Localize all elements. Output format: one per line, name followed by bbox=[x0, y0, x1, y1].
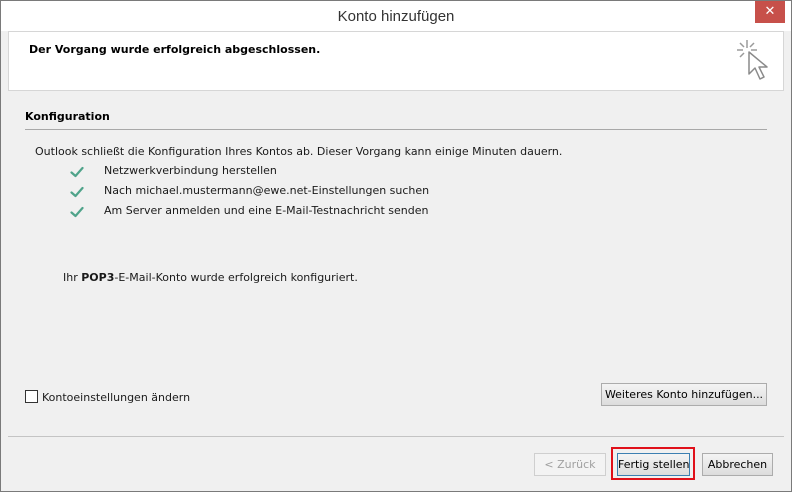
step-label: Am Server anmelden und eine E-Mail-Testn… bbox=[104, 204, 429, 217]
add-account-dialog: Konto hinzufügen ✕ Der Vorgang wurde erf… bbox=[0, 0, 792, 492]
window-title: Konto hinzufügen bbox=[337, 8, 455, 25]
title-bar[interactable]: Konto hinzufügen ✕ bbox=[1, 1, 791, 31]
check-icon bbox=[70, 166, 84, 178]
intro-text: Outlook schließt die Konfiguration Ihres… bbox=[35, 145, 563, 158]
dialog-body: Der Vorgang wurde erfolgreich abgeschlos… bbox=[8, 31, 784, 486]
back-button[interactable]: < Zurück bbox=[534, 453, 606, 476]
footer-divider bbox=[8, 436, 784, 437]
check-icon bbox=[70, 206, 84, 218]
result-suffix: -E-Mail-Konto wurde erfolgreich konfigur… bbox=[114, 271, 358, 284]
change-settings-label[interactable]: Kontoeinstellungen ändern bbox=[42, 391, 190, 404]
result-prefix: Ihr bbox=[63, 271, 82, 284]
finish-button[interactable]: Fertig stellen bbox=[617, 453, 690, 476]
add-another-account-button[interactable]: Weiteres Konto hinzufügen... bbox=[601, 383, 767, 406]
section-divider bbox=[25, 129, 767, 130]
result-message: Ihr POP3-E-Mail-Konto wurde erfolgreich … bbox=[63, 271, 358, 284]
cursor-sparkle-icon bbox=[737, 40, 768, 80]
cancel-button[interactable]: Abbrechen bbox=[702, 453, 773, 476]
step-label: Netzwerkverbindung herstellen bbox=[104, 164, 277, 177]
completion-message: Der Vorgang wurde erfolgreich abgeschlos… bbox=[29, 43, 321, 56]
wizard-header: Der Vorgang wurde erfolgreich abgeschlos… bbox=[8, 31, 784, 91]
check-icon bbox=[70, 186, 84, 198]
step-label: Nach michael.mustermann@ewe.net-Einstell… bbox=[104, 184, 430, 197]
close-icon: ✕ bbox=[764, 4, 776, 19]
section-title: Konfiguration bbox=[25, 110, 110, 123]
account-type: POP3 bbox=[81, 271, 115, 284]
checkbox-box[interactable] bbox=[25, 390, 38, 403]
close-button[interactable]: ✕ bbox=[755, 1, 785, 23]
